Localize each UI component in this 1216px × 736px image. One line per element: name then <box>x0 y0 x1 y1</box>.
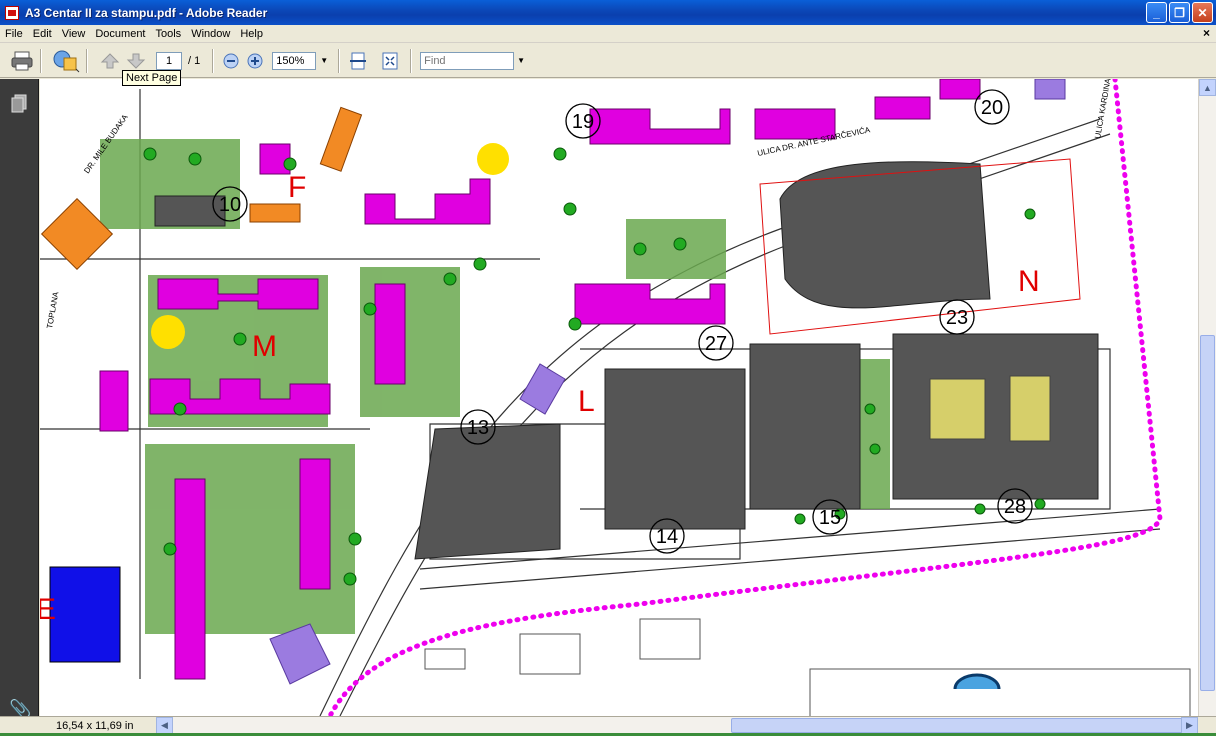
fit-page-button[interactable] <box>380 48 400 74</box>
pages-icon[interactable] <box>9 93 29 115</box>
circle-label-27: 27 <box>705 333 727 355</box>
page-size-label: 16,54 x 11,69 in <box>56 720 134 732</box>
document-close-icon[interactable]: × <box>1203 26 1210 40</box>
scroll-left-icon[interactable]: ◀ <box>156 717 173 734</box>
review-icon <box>53 50 80 72</box>
page-total-label: / 1 <box>188 54 201 67</box>
menu-bar: File Edit View Document Tools Window Hel… <box>0 25 1216 43</box>
minimize-button[interactable]: _ <box>1146 2 1167 23</box>
zone-letter-e: E <box>40 593 56 626</box>
circle-label-14: 14 <box>656 526 678 548</box>
menu-file[interactable]: File <box>0 28 28 40</box>
horizontal-scrollbar[interactable]: ◀ ▶ <box>156 717 1198 734</box>
site-plan-map: 19 20 10 23 27 13 14 15 28 F M L N E ULI… <box>40 79 1198 716</box>
horizontal-scroll-thumb[interactable] <box>731 718 1183 733</box>
previous-page-button[interactable] <box>100 48 120 74</box>
fit-width-icon <box>350 52 367 69</box>
zone-letter-m: M <box>252 330 277 363</box>
adobe-reader-icon <box>5 5 19 20</box>
zoom-dropdown-icon[interactable]: ▼ <box>320 56 328 65</box>
menu-help[interactable]: Help <box>235 28 268 40</box>
scroll-up-icon[interactable]: ▲ <box>1199 79 1216 96</box>
circle-label-13: 13 <box>467 417 489 439</box>
collaborate-button[interactable] <box>52 48 80 74</box>
fit-page-icon <box>382 52 398 69</box>
fit-width-button[interactable] <box>348 48 368 74</box>
zoom-out-button[interactable] <box>222 48 240 74</box>
menu-tools[interactable]: Tools <box>151 28 187 40</box>
vertical-scroll-thumb[interactable] <box>1200 335 1215 691</box>
zoom-out-icon <box>223 53 239 68</box>
page-number-input[interactable] <box>156 51 182 70</box>
zone-letter-f: F <box>288 171 306 204</box>
zone-letter-n: N <box>1018 265 1040 298</box>
menu-window[interactable]: Window <box>186 28 235 40</box>
down-arrow-icon <box>126 53 146 69</box>
scroll-right-icon[interactable]: ▶ <box>1181 717 1198 734</box>
maximize-button[interactable]: ❐ <box>1169 2 1190 23</box>
find-dropdown-icon[interactable]: ▼ <box>517 56 525 65</box>
circle-label-10: 10 <box>219 194 241 216</box>
title-bar: A3 Centar II za stampu.pdf - Adobe Reade… <box>0 0 1216 25</box>
up-arrow-icon <box>100 52 120 68</box>
navigation-pane: 📎 <box>0 79 39 719</box>
zoom-level-input[interactable] <box>272 51 317 70</box>
toolbar: / 1 ▼ ▼ <box>0 44 1216 78</box>
menu-document[interactable]: Document <box>90 28 150 40</box>
zone-letter-l: L <box>578 385 595 418</box>
vertical-scrollbar[interactable]: ▲ <box>1198 79 1216 716</box>
find-input[interactable] <box>420 51 515 70</box>
next-page-tooltip: Next Page <box>122 70 182 86</box>
zoom-in-button[interactable] <box>246 48 264 74</box>
zoom-in-icon <box>247 53 263 68</box>
window-title: A3 Centar II za stampu.pdf - Adobe Reade… <box>25 5 268 20</box>
menu-edit[interactable]: Edit <box>28 28 57 40</box>
printer-icon <box>11 51 33 70</box>
circle-label-19: 19 <box>572 111 594 133</box>
close-button[interactable]: ✕ <box>1192 2 1213 23</box>
circle-label-28: 28 <box>1004 496 1026 518</box>
menu-view[interactable]: View <box>57 28 91 40</box>
circle-label-23: 23 <box>946 307 968 329</box>
document-view[interactable]: 19 20 10 23 27 13 14 15 28 F M L N E ULI… <box>40 79 1198 716</box>
circle-label-15: 15 <box>819 507 841 529</box>
circle-label-20: 20 <box>981 97 1003 119</box>
print-button[interactable] <box>10 48 34 74</box>
